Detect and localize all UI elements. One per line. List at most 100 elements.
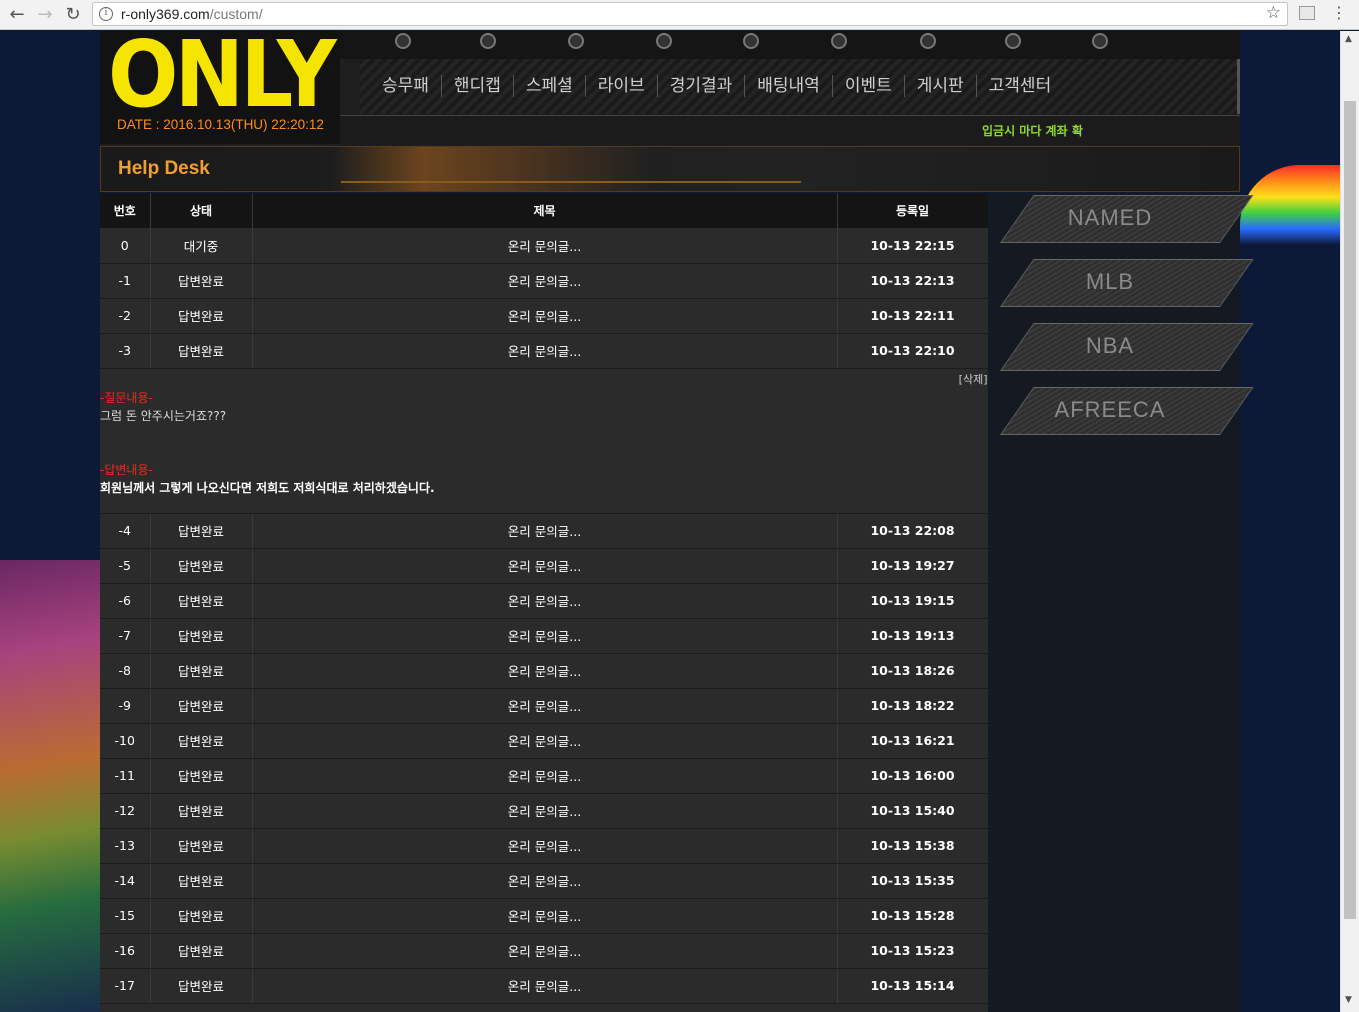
- notice-ticker: 입금시 마다 계좌 확: [982, 124, 1083, 138]
- row-title[interactable]: 온리 문의글...: [252, 583, 838, 619]
- row-status: 답변완료: [150, 828, 253, 864]
- row-title[interactable]: 온리 문의글...: [252, 968, 838, 1004]
- row-number: -9: [100, 688, 151, 724]
- nav-item-board[interactable]: 게시판: [905, 75, 977, 97]
- row-date: 10-13 18:26: [837, 653, 989, 689]
- row-title[interactable]: 온리 문의글...: [252, 513, 838, 549]
- row-number: -17: [100, 968, 151, 1004]
- background-rainbow: [1240, 165, 1340, 245]
- row-date: 10-13 15:35: [837, 863, 989, 899]
- nav-item-results[interactable]: 경기결과: [658, 75, 746, 97]
- row-date: 10-13 22:15: [837, 228, 989, 264]
- row-title[interactable]: 온리 문의글...: [252, 298, 838, 334]
- table-row[interactable]: -9 답변완료 온리 문의글... 10-13 18:22: [100, 688, 989, 724]
- row-title[interactable]: 온리 문의글...: [252, 933, 838, 969]
- column-header-title: 제목: [252, 193, 838, 228]
- table-row[interactable]: -10 답변완료 온리 문의글... 10-13 16:21: [100, 723, 989, 759]
- table-row[interactable]: -12 답변완료 온리 문의글... 10-13 15:40: [100, 793, 989, 829]
- table-row[interactable]: -3 답변완료 온리 문의글... 10-13 22:10: [100, 333, 989, 369]
- decor-dot-icon: [395, 33, 411, 49]
- table-row[interactable]: -8 답변완료 온리 문의글... 10-13 18:26: [100, 653, 989, 689]
- table-row[interactable]: -6 답변완료 온리 문의글... 10-13 19:15: [100, 583, 989, 619]
- url-text[interactable]: r-only369.com/custom/: [121, 6, 263, 22]
- column-header-status: 상태: [150, 193, 253, 228]
- side-button-label: MLB: [1085, 269, 1135, 294]
- header-streak-decoration: [331, 147, 791, 191]
- row-title[interactable]: 온리 문의글...: [252, 688, 838, 724]
- row-title[interactable]: 온리 문의글...: [252, 228, 838, 264]
- delete-link[interactable]: [삭제]: [959, 371, 988, 387]
- main-nav: 승무패 핸디캡 스페셜 라이브 경기결과 배팅내역 이벤트 게시판 고객센터: [370, 75, 1063, 99]
- page-scrollbar[interactable]: ▲ ▼: [1340, 31, 1359, 1012]
- scroll-thumb[interactable]: [1344, 101, 1356, 919]
- reload-icon[interactable]: ↻: [62, 4, 84, 26]
- table-row[interactable]: -7 답변완료 온리 문의글... 10-13 19:13: [100, 618, 989, 654]
- browser-menu-icon[interactable]: ⋮: [1331, 3, 1347, 22]
- nav-item-bet-history[interactable]: 배팅내역: [745, 75, 833, 97]
- nav-item-win-draw-lose[interactable]: 승무패: [370, 75, 442, 97]
- table-row[interactable]: -5 답변완료 온리 문의글... 10-13 19:27: [100, 548, 989, 584]
- inquiry-board: 번호 상태 제목 등록일 0 대기중 온리 문의글... 10-13 22:15 -1 답…: [100, 193, 989, 1012]
- row-status: 답변완료: [150, 298, 253, 334]
- page-title: Help Desk: [118, 158, 210, 179]
- scroll-up-icon[interactable]: ▲: [1345, 34, 1352, 44]
- row-title[interactable]: 온리 문의글...: [252, 828, 838, 864]
- side-button-afreeca[interactable]: AFREECA: [1000, 387, 1254, 443]
- row-title[interactable]: 온리 문의글...: [252, 548, 838, 584]
- nav-item-support[interactable]: 고객센터: [977, 75, 1064, 97]
- side-button-named[interactable]: NAMED: [1000, 195, 1254, 251]
- table-row[interactable]: -2 답변완료 온리 문의글... 10-13 22:11: [100, 298, 989, 334]
- row-title[interactable]: 온리 문의글...: [252, 898, 838, 934]
- row-title[interactable]: 온리 문의글...: [252, 653, 838, 689]
- header-line-decoration: [341, 181, 801, 183]
- table-row[interactable]: -13 답변완료 온리 문의글... 10-13 15:38: [100, 828, 989, 864]
- scroll-down-icon[interactable]: ▼: [1345, 995, 1352, 1005]
- side-button-label: NAMED: [1067, 205, 1153, 230]
- row-number: -10: [100, 723, 151, 759]
- row-title[interactable]: 온리 문의글...: [252, 333, 838, 369]
- site-logo[interactable]: ONLY: [108, 21, 337, 128]
- table-row[interactable]: -14 답변완료 온리 문의글... 10-13 15:35: [100, 863, 989, 899]
- info-icon[interactable]: i: [99, 7, 113, 21]
- url-host: r-only369.com: [121, 6, 210, 22]
- side-button-nba[interactable]: NBA: [1000, 323, 1254, 379]
- nav-item-special[interactable]: 스페셜: [514, 75, 586, 97]
- section-header: Help Desk: [100, 146, 1240, 192]
- side-button-label: NBA: [1085, 333, 1135, 358]
- row-number: -4: [100, 513, 151, 549]
- row-title[interactable]: 온리 문의글...: [252, 793, 838, 829]
- back-arrow-icon[interactable]: ←: [6, 4, 28, 26]
- table-row[interactable]: -4 답변완료 온리 문의글... 10-13 22:08: [100, 513, 989, 549]
- forward-arrow-icon[interactable]: →: [34, 4, 56, 26]
- inquiry-detail-row: [삭제] -질문내용- 그럼 돈 안주시는거죠??? -답변내용- 회원님께서 …: [100, 368, 989, 514]
- bookmark-star-icon[interactable]: ☆: [1266, 3, 1281, 23]
- table-row[interactable]: -17 답변완료 온리 문의글... 10-13 15:14: [100, 968, 989, 1004]
- row-date: 10-13 22:08: [837, 513, 989, 549]
- row-title[interactable]: 온리 문의글...: [252, 723, 838, 759]
- row-status: 답변완료: [150, 723, 253, 759]
- side-button-mlb[interactable]: MLB: [1000, 259, 1254, 315]
- nav-item-events[interactable]: 이벤트: [833, 75, 905, 97]
- table-row[interactable]: -11 답변완료 온리 문의글... 10-13 16:00: [100, 758, 989, 794]
- table-row[interactable]: -15 답변완료 온리 문의글... 10-13 15:28: [100, 898, 989, 934]
- row-date: 10-13 19:15: [837, 583, 989, 619]
- row-date: 10-13 19:27: [837, 548, 989, 584]
- nav-item-live[interactable]: 라이브: [586, 75, 658, 97]
- table-header-row: 번호 상태 제목 등록일: [100, 193, 989, 228]
- row-date: 10-13 16:00: [837, 758, 989, 794]
- row-title[interactable]: 온리 문의글...: [252, 758, 838, 794]
- extension-icon[interactable]: [1299, 6, 1315, 20]
- row-title[interactable]: 온리 문의글...: [252, 263, 838, 299]
- table-row[interactable]: 0 대기중 온리 문의글... 10-13 22:15: [100, 228, 989, 264]
- column-header-number: 번호: [100, 193, 151, 228]
- question-text: 그럼 돈 안주시는거죠???: [100, 408, 227, 423]
- row-date: 10-13 22:13: [837, 263, 989, 299]
- table-row[interactable]: -16 답변완료 온리 문의글... 10-13 15:23: [100, 933, 989, 969]
- nav-item-handicap[interactable]: 핸디캡: [442, 75, 514, 97]
- table-row[interactable]: -1 답변완료 온리 문의글... 10-13 22:13: [100, 263, 989, 299]
- side-button-label: AFREECA: [1054, 397, 1166, 422]
- logo-area[interactable]: ONLY DATE : 2016.10.13(THU) 22:20:12: [100, 21, 340, 144]
- decor-dot-icon: [1092, 33, 1108, 49]
- row-title[interactable]: 온리 문의글...: [252, 618, 838, 654]
- row-title[interactable]: 온리 문의글...: [252, 863, 838, 899]
